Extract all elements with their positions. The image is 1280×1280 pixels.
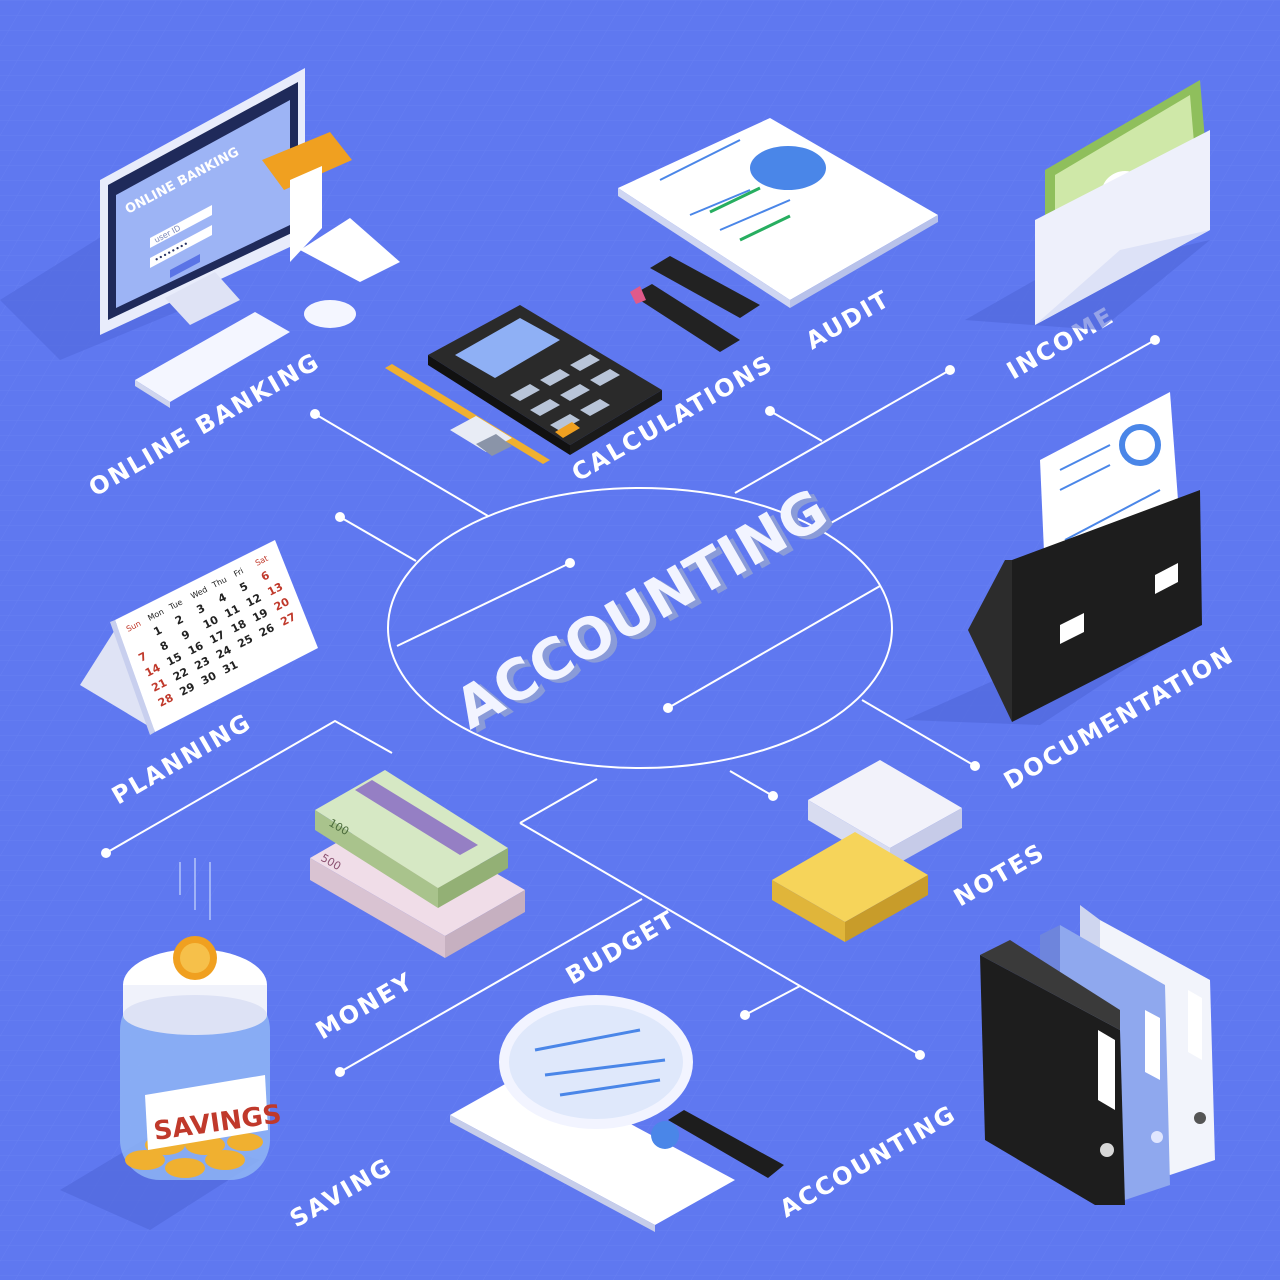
- accounting-isometric-diagram: ACCOUNTING ACCOUNTING ONLINE BANKING CAL…: [0, 0, 1280, 1280]
- diagram-canvas: ACCOUNTING ACCOUNTING ONLINE BANKING CAL…: [0, 0, 1280, 1280]
